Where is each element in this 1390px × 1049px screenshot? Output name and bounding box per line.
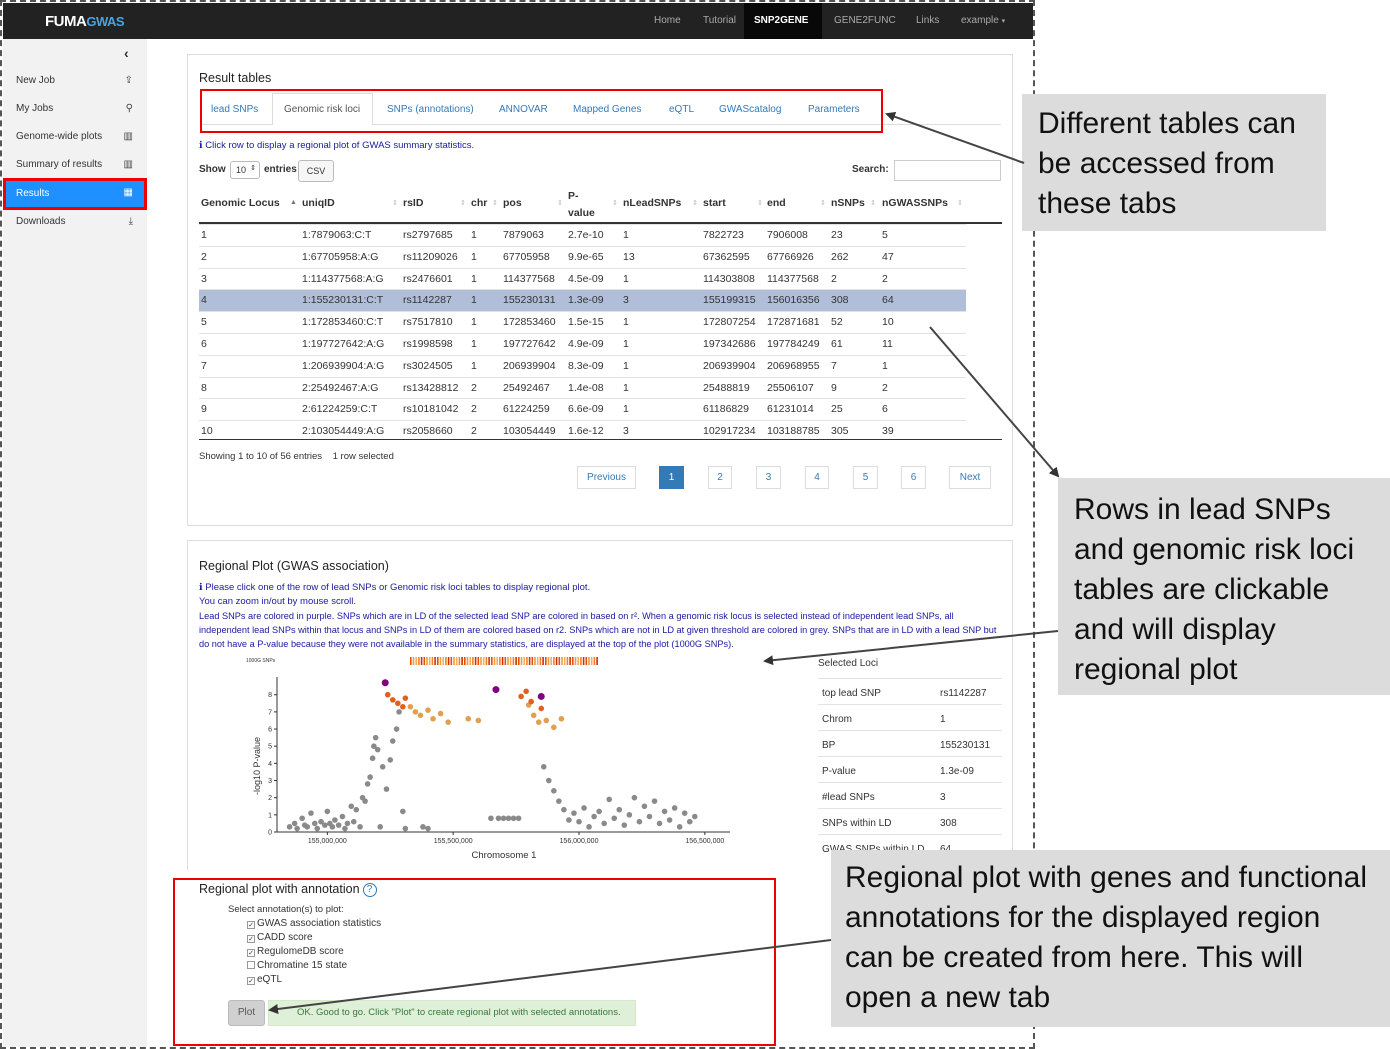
arrow-tabs — [885, 111, 1025, 164]
arrow-rows-table — [929, 326, 1060, 478]
arrow-rows-plot — [763, 630, 1059, 666]
arrow-annotation — [268, 939, 832, 1014]
annotation-arrows — [268, 111, 1060, 1014]
